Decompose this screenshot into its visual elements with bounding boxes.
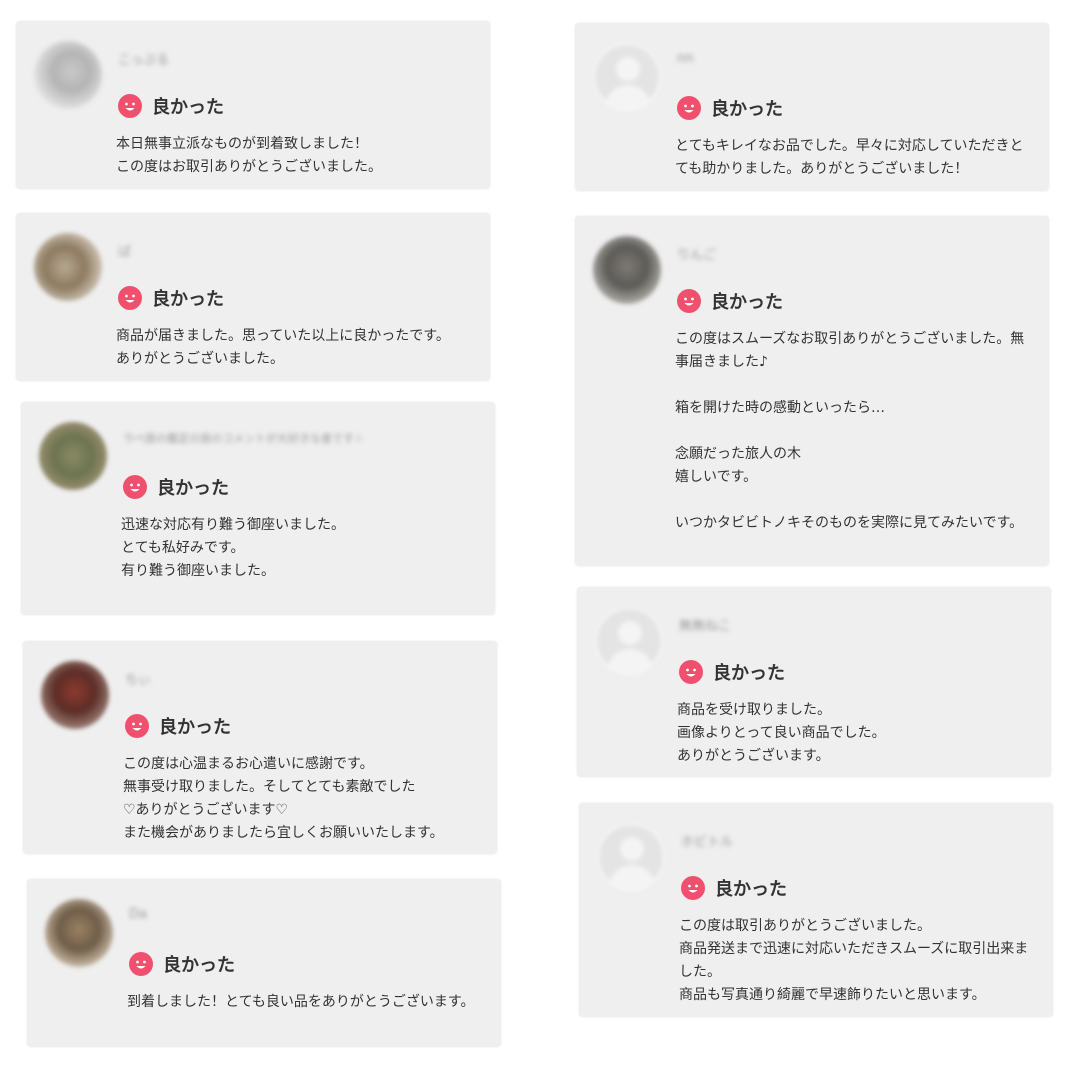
username[interactable]: Da (129, 907, 147, 922)
rating: 良かった (679, 659, 785, 685)
rating-label: 良かった (157, 478, 229, 499)
default-avatar-icon[interactable] (593, 43, 661, 111)
username[interactable]: りんご (677, 244, 716, 263)
rating: 良かった (677, 95, 783, 121)
smile-face-icon (118, 286, 142, 310)
default-avatar-icon[interactable] (597, 823, 665, 891)
review-comment: この度はスムーズなお取引ありがとうございました。無事届きました♪ 箱を開けた時の… (675, 331, 1025, 531)
rating: 良かった (677, 288, 783, 314)
review-comment: この度は取引ありがとうございました。 商品発送まで迅速に対応いただきスムーズに取… (679, 918, 1029, 1003)
username[interactable]: ラベ旅の鑑定の旅のコメントが大好きな者です☆ (123, 430, 364, 446)
user-avatar[interactable] (34, 233, 102, 301)
rating-label: 良かった (163, 955, 235, 976)
review-card: こっぷる 良かった 本日無事立派なものが到着致しました！ この度はお取引ありがと… (16, 21, 490, 189)
rating-label: 良かった (711, 99, 783, 120)
review-comment: 迅速な対応有り難う御座いました。 とても私好みです。 有り難う御座いました。 (121, 517, 345, 579)
username[interactable]: こっぷる (118, 49, 169, 68)
smile-face-icon (129, 952, 153, 976)
review-comment: 商品が届きました。思っていた以上に良かったです。ありがとうございました。 (116, 328, 450, 367)
review-card: ぱ 良かった 商品が届きました。思っていた以上に良かったです。ありがとうございま… (16, 213, 490, 381)
review-comment: 到着しました！とても良い品をありがとうございます。 (127, 994, 475, 1010)
rating: 良かった (123, 474, 229, 500)
rating: 良かった (118, 93, 224, 119)
user-avatar[interactable] (34, 41, 102, 109)
username[interactable]: ちぃ (125, 669, 151, 688)
user-avatar[interactable] (41, 661, 109, 729)
smile-face-icon (677, 96, 701, 120)
username[interactable]: 無無ねこ (679, 615, 731, 634)
rating: 良かった (118, 285, 224, 311)
rating-label: 良かった (159, 717, 231, 738)
user-avatar[interactable] (45, 899, 113, 967)
rating-label: 良かった (152, 97, 224, 118)
review-comment: とてもキレイなお品でした。早々に対応していただきとても助かりました。ありがとうご… (675, 138, 1024, 177)
review-card: nn 良かった とてもキレイなお品でした。早々に対応していただきとても助かりまし… (575, 23, 1049, 191)
smile-face-icon (681, 876, 705, 900)
rating: 良かった (129, 951, 235, 977)
review-comment: この度は心温まるお心遣いに感謝です。 無事受け取りました。そしてとても素敵でした… (123, 756, 444, 841)
username[interactable]: ホビトル (681, 831, 733, 850)
rating: 良かった (125, 713, 231, 739)
rating-label: 良かった (711, 292, 783, 313)
smile-face-icon (677, 289, 701, 313)
review-card: Da 良かった 到着しました！とても良い品をありがとうございます。 (27, 879, 501, 1047)
review-card: 無無ねこ 良かった 商品を受け取りました。 画像よりとって良い商品でした。 あり… (577, 587, 1051, 777)
smile-face-icon (118, 94, 142, 118)
rating-label: 良かった (713, 663, 785, 684)
rating-label: 良かった (152, 289, 224, 310)
review-comment: 本日無事立派なものが到着致しました！ この度はお取引ありがとうございました。 (116, 136, 382, 175)
review-comment: 商品を受け取りました。 画像よりとって良い商品でした。 ありがとうございます。 (677, 702, 886, 764)
user-avatar[interactable] (593, 236, 661, 304)
smile-face-icon (125, 714, 149, 738)
review-card: ホビトル 良かった この度は取引ありがとうございました。 商品発送まで迅速に対応… (579, 803, 1053, 1017)
review-card: りんご 良かった この度はスムーズなお取引ありがとうございました。無事届きました… (575, 216, 1049, 566)
smile-face-icon (123, 475, 147, 499)
review-card: ラベ旅の鑑定の旅のコメントが大好きな者です☆ 良かった 迅速な対応有り難う御座い… (21, 402, 495, 615)
rating-label: 良かった (715, 879, 787, 900)
default-avatar-icon[interactable] (595, 607, 663, 675)
username[interactable]: nn (677, 51, 693, 66)
smile-face-icon (679, 660, 703, 684)
rating: 良かった (681, 875, 787, 901)
review-card: ちぃ 良かった この度は心温まるお心遣いに感謝です。 無事受け取りました。そして… (23, 641, 497, 854)
username[interactable]: ぱ (118, 241, 131, 260)
user-avatar[interactable] (39, 422, 107, 490)
